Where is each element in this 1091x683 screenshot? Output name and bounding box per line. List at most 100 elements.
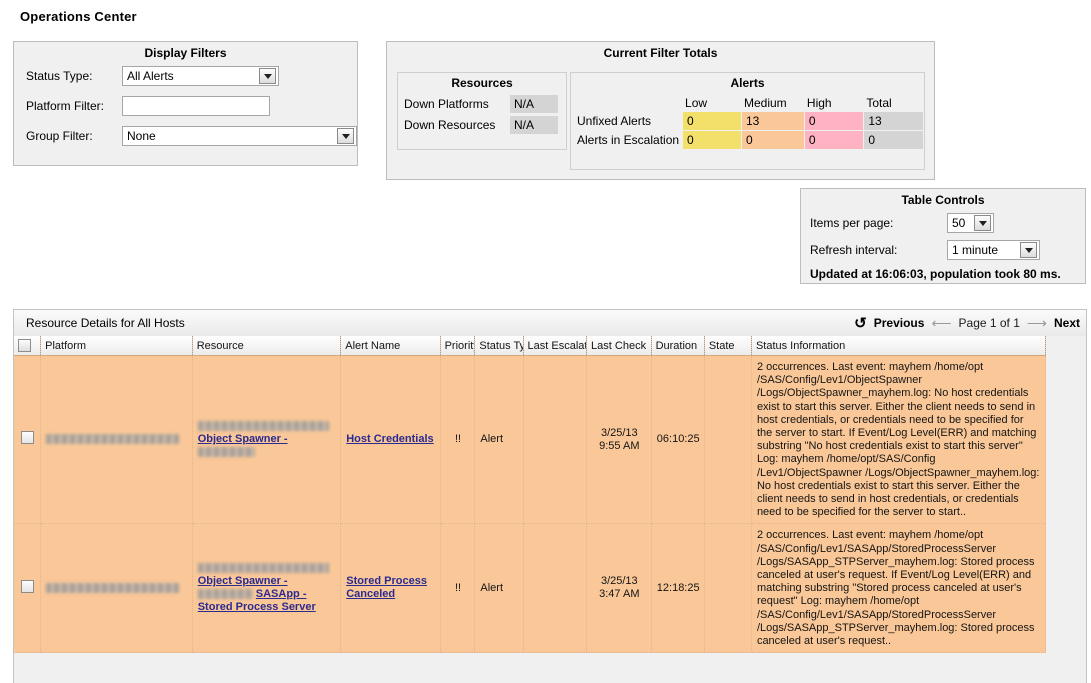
current-filter-totals-title: Current Filter Totals (603, 46, 718, 60)
resource-link[interactable]: Object Spawner - (198, 433, 288, 445)
status-type-select[interactable]: All Alerts (122, 66, 279, 86)
alerts-title: Alerts (730, 76, 765, 90)
column-header-resource[interactable]: Resource (192, 336, 342, 356)
escalation-medium: 0 (742, 131, 804, 149)
alerts-box: Alerts Low Medium High Total Unfixed Ale… (570, 72, 925, 170)
column-header-last-check[interactable]: Last Check (586, 336, 652, 356)
table-header-row: Platform Resource Alert Name Priority St… (14, 336, 1047, 356)
row-select-cell[interactable] (14, 355, 42, 525)
results-block: Resource Details for All Hosts ↺ Previou… (13, 309, 1087, 683)
cell-resource: Object Spawner - (192, 355, 342, 525)
platform-filter-label: Platform Filter: (26, 99, 105, 113)
items-per-page-select[interactable]: 50 (947, 213, 994, 233)
alerts-in-escalation-label: Alerts in Escalation (577, 133, 680, 147)
column-header-platform[interactable]: Platform (40, 336, 193, 356)
column-header-alert-name[interactable]: Alert Name (340, 336, 441, 356)
table-controls-title: Table Controls (901, 193, 985, 207)
status-type-label: Status Type: (26, 69, 93, 83)
alert-name-link[interactable]: Stored Process Canceled (346, 575, 427, 600)
escalation-total: 0 (864, 131, 923, 149)
next-page-button[interactable]: Next (1054, 316, 1080, 330)
alerts-col-total: Total (866, 96, 892, 110)
alerts-col-medium: Medium (744, 96, 787, 110)
column-header-status-information[interactable]: Status Information (751, 336, 1047, 356)
status-type-row: Status Type: All Alerts (26, 66, 357, 86)
arrow-right-icon[interactable]: ⟶ (1027, 316, 1047, 330)
escalation-low: 0 (683, 131, 741, 149)
redacted-resource-middle (197, 589, 253, 600)
display-filters-title: Display Filters (144, 46, 227, 60)
column-header-state[interactable]: State (704, 336, 752, 356)
alerts-in-escalation-row: Alerts in Escalation 0 0 0 0 (576, 131, 923, 149)
pagination-controls: ↺ Previous ⟵ Page 1 of 1 ⟶ Next (854, 316, 1080, 331)
column-header-status-type[interactable]: Status Typ (474, 336, 524, 356)
cell-status-type: Alert (474, 355, 524, 525)
resource-link[interactable]: Object Spawner - (198, 575, 288, 587)
down-platforms-label: Down Platforms (404, 97, 489, 111)
cell-duration: 06:10:25 (651, 355, 705, 525)
chevron-down-icon[interactable] (1020, 242, 1037, 258)
cell-priority: !! (440, 355, 476, 525)
alert-name-link[interactable]: Host Credentials (346, 433, 433, 445)
chevron-down-icon[interactable] (259, 68, 276, 84)
resource-details-table: Platform Resource Alert Name Priority St… (14, 336, 1047, 654)
select-all-header[interactable] (14, 336, 42, 356)
down-resources-value: N/A (510, 116, 558, 134)
resources-box: Resources Down Platforms N/A Down Resour… (397, 72, 567, 150)
alerts-totals-table: Low Medium High Total Unfixed Alerts 0 1… (575, 95, 924, 150)
column-header-last-escalation[interactable]: Last Escalat (523, 336, 588, 356)
unfixed-alerts-total: 13 (864, 112, 923, 130)
group-filter-select[interactable]: None (122, 126, 357, 146)
cell-platform (40, 355, 193, 525)
down-platforms-row: Down Platforms N/A (404, 95, 558, 113)
cell-status-information: 2 occurrences. Last event: mayhem /home/… (751, 355, 1047, 525)
chevron-down-icon[interactable] (337, 128, 354, 144)
previous-page-button[interactable]: Previous (874, 316, 925, 330)
unfixed-alerts-row: Unfixed Alerts 0 13 0 13 (576, 112, 923, 130)
resources-title: Resources (451, 76, 513, 90)
cell-last-escalation (523, 523, 588, 654)
unfixed-alerts-label: Unfixed Alerts (577, 114, 652, 128)
alerts-header-row: Low Medium High Total (576, 96, 923, 111)
unfixed-alerts-high: 0 (804, 112, 864, 130)
cell-resource: Object Spawner - SASApp - Stored Process… (192, 523, 342, 654)
update-status-text: Updated at 16:06:03, population took 80 … (810, 267, 1061, 281)
down-platforms-value: N/A (510, 95, 558, 113)
row-checkbox[interactable] (21, 579, 35, 593)
redacted-resource-suffix (197, 447, 255, 458)
cell-last-check: 3/25/13 9:55 AM (586, 355, 652, 525)
select-all-checkbox[interactable] (18, 339, 31, 352)
arrow-left-icon[interactable]: ⟵ (931, 316, 951, 330)
alerts-col-high: High (806, 96, 832, 110)
refresh-interval-label: Refresh interval: (810, 243, 898, 257)
page-title: Operations Center (20, 9, 137, 24)
results-title: Resource Details for All Hosts (26, 316, 185, 330)
alerts-rowlabel-header (576, 96, 682, 111)
refresh-icon[interactable]: ↺ (854, 316, 867, 331)
column-header-priority[interactable]: Priority (440, 336, 476, 356)
cell-state (704, 523, 752, 654)
row-checkbox[interactable] (21, 431, 35, 445)
chevron-down-icon[interactable] (974, 215, 991, 231)
group-filter-label: Group Filter: (26, 129, 93, 143)
table-row: Object Spawner - SASApp - Stored Process… (14, 523, 1047, 654)
refresh-interval-select[interactable]: 1 minute (947, 240, 1040, 260)
down-resources-row: Down Resources N/A (404, 116, 558, 134)
row-select-cell[interactable] (14, 523, 42, 654)
cell-state (704, 355, 752, 525)
cell-last-escalation (523, 355, 588, 525)
column-header-duration[interactable]: Duration (651, 336, 705, 356)
unfixed-alerts-medium: 13 (742, 112, 804, 130)
table-row: Object Spawner - Host Credentials !! Ale… (14, 355, 1047, 525)
down-resources-label: Down Resources (404, 118, 496, 132)
page-indicator: Page 1 of 1 (958, 316, 1020, 330)
redacted-platform-name (46, 434, 180, 445)
refresh-interval-row: Refresh interval: 1 minute (810, 240, 1085, 260)
redacted-resource-prefix (197, 563, 329, 574)
current-filter-totals-panel: Current Filter Totals Resources Down Pla… (386, 41, 935, 180)
cell-alert-name: Stored Process Canceled (340, 523, 441, 654)
results-header: Resource Details for All Hosts ↺ Previou… (14, 310, 1086, 336)
platform-filter-input[interactable] (122, 96, 270, 116)
cell-last-check: 3/25/13 3:47 AM (586, 523, 652, 654)
redacted-platform-name (46, 582, 180, 593)
